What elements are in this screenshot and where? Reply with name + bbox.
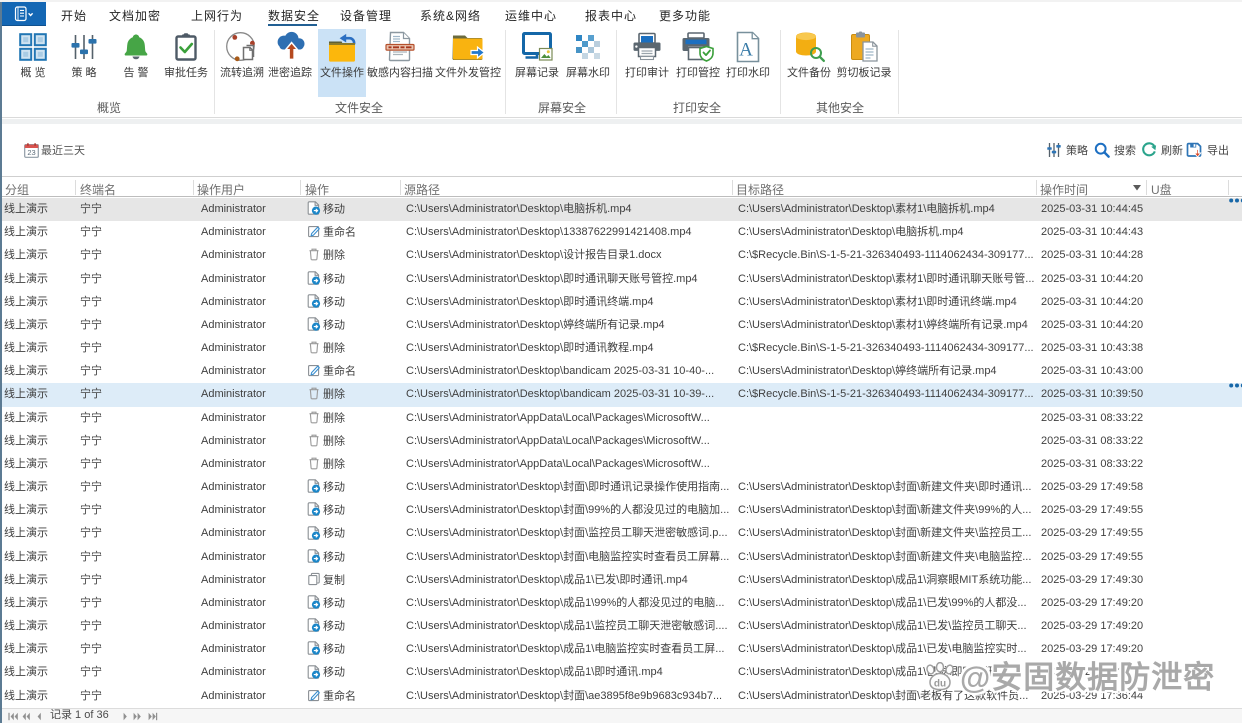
svg-text:du: du — [934, 679, 946, 690]
svg-text:A: A — [739, 40, 753, 61]
svg-text:23: 23 — [27, 148, 35, 157]
